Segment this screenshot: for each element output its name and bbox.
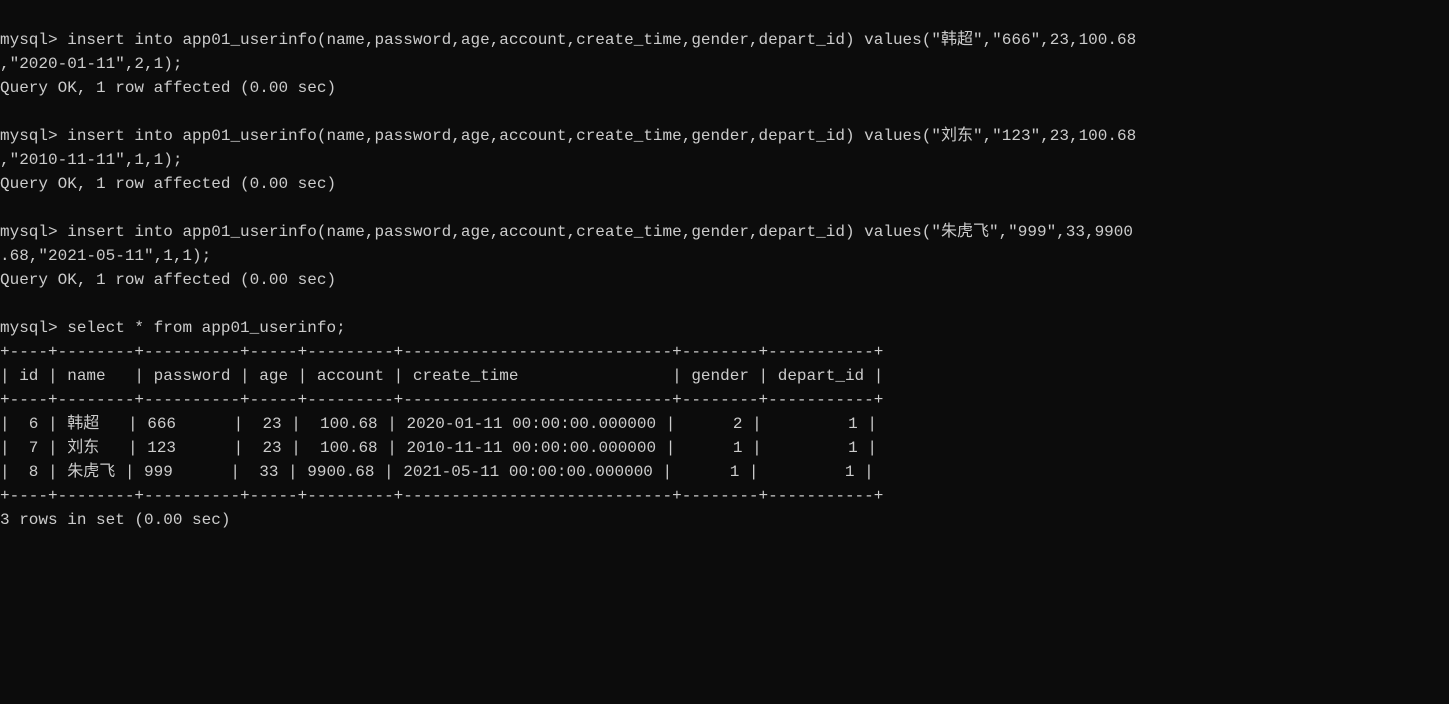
mysql-prompt: mysql>: [0, 127, 58, 145]
table-border-mid: +----+--------+----------+-----+--------…: [0, 388, 1449, 412]
table-row: | 8 | 朱虎飞 | 999 | 33 | 9900.68 | 2021-05…: [0, 460, 1449, 484]
insert-statement-2-result: Query OK, 1 row affected (0.00 sec): [0, 172, 1449, 196]
insert-statement-3-line2: .68,"2021-05-11",1,1);: [0, 244, 1449, 268]
blank-line: [0, 100, 1449, 124]
table-header: | id | name | password | age | account |…: [0, 364, 1449, 388]
select-result: 3 rows in set (0.00 sec): [0, 508, 1449, 532]
blank-line: [0, 292, 1449, 316]
table-border-top: +----+--------+----------+-----+--------…: [0, 340, 1449, 364]
mysql-prompt: mysql>: [0, 31, 58, 49]
insert-statement-1-line1: mysql> insert into app01_userinfo(name,p…: [0, 28, 1449, 52]
sql-command: insert into app01_userinfo(name,password…: [67, 31, 1136, 49]
blank-line: [0, 196, 1449, 220]
table-row: | 7 | 刘东 | 123 | 23 | 100.68 | 2010-11-1…: [0, 436, 1449, 460]
sql-command: select * from app01_userinfo;: [67, 319, 345, 337]
insert-statement-1-line2: ,"2020-01-11",2,1);: [0, 52, 1449, 76]
sql-command: insert into app01_userinfo(name,password…: [67, 223, 1133, 241]
mysql-prompt: mysql>: [0, 319, 58, 337]
mysql-prompt: mysql>: [0, 223, 58, 241]
insert-statement-2-line1: mysql> insert into app01_userinfo(name,p…: [0, 124, 1449, 148]
sql-command: insert into app01_userinfo(name,password…: [67, 127, 1136, 145]
table-border-bottom: +----+--------+----------+-----+--------…: [0, 484, 1449, 508]
insert-statement-1-result: Query OK, 1 row affected (0.00 sec): [0, 76, 1449, 100]
insert-statement-3-line1: mysql> insert into app01_userinfo(name,p…: [0, 220, 1449, 244]
mysql-terminal[interactable]: mysql> insert into app01_userinfo(name,p…: [0, 24, 1449, 536]
insert-statement-3-result: Query OK, 1 row affected (0.00 sec): [0, 268, 1449, 292]
table-row: | 6 | 韩超 | 666 | 23 | 100.68 | 2020-01-1…: [0, 412, 1449, 436]
insert-statement-2-line2: ,"2010-11-11",1,1);: [0, 148, 1449, 172]
select-statement: mysql> select * from app01_userinfo;: [0, 316, 1449, 340]
